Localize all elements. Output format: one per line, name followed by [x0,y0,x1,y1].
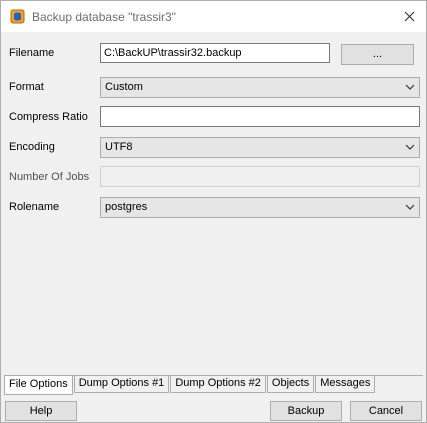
tab-bar: File Options Dump Options #1 Dump Option… [4,376,376,395]
chevron-down-icon [405,144,415,150]
format-selected-value: Custom [105,81,143,93]
encoding-select[interactable]: UTF8 [100,137,420,158]
filename-label: Filename [9,47,55,59]
tab-messages[interactable]: Messages [315,376,376,393]
tab-dump-options-1[interactable]: Dump Options #1 [73,376,170,393]
encoding-selected-value: UTF8 [105,141,133,153]
compress-ratio-input[interactable] [100,106,420,127]
rolename-select[interactable]: postgres [100,197,420,218]
tab-dump-options-2[interactable]: Dump Options #2 [170,376,266,393]
number-of-jobs-label: Number Of Jobs [9,171,90,183]
encoding-label: Encoding [9,141,55,153]
close-button[interactable] [396,4,422,28]
rolename-label: Rolename [9,201,60,213]
tab-file-options[interactable]: File Options [4,376,73,395]
chevron-down-icon [405,204,415,210]
filename-input[interactable]: C:\BackUP\trassir32.backup [100,43,330,63]
file-options-panel: Filename C:\BackUP\trassir32.backup ... … [4,35,423,375]
cancel-button[interactable]: Cancel [350,401,422,421]
window-title: Backup database "trassir3" [32,10,176,24]
title-bar: Backup database "trassir3" [1,1,426,32]
format-label: Format [9,81,44,93]
backup-button[interactable]: Backup [270,401,342,421]
number-of-jobs-input [100,166,420,187]
browse-button[interactable]: ... [341,44,414,65]
backup-dialog: Backup database "trassir3" Filename C:\B… [0,0,427,423]
database-backup-icon [10,9,25,24]
rolename-selected-value: postgres [105,201,148,213]
chevron-down-icon [405,84,415,90]
format-select[interactable]: Custom [100,77,420,98]
tab-objects[interactable]: Objects [266,376,315,393]
close-icon [404,11,414,21]
help-button[interactable]: Help [5,401,77,421]
compress-ratio-label: Compress Ratio [9,111,88,123]
